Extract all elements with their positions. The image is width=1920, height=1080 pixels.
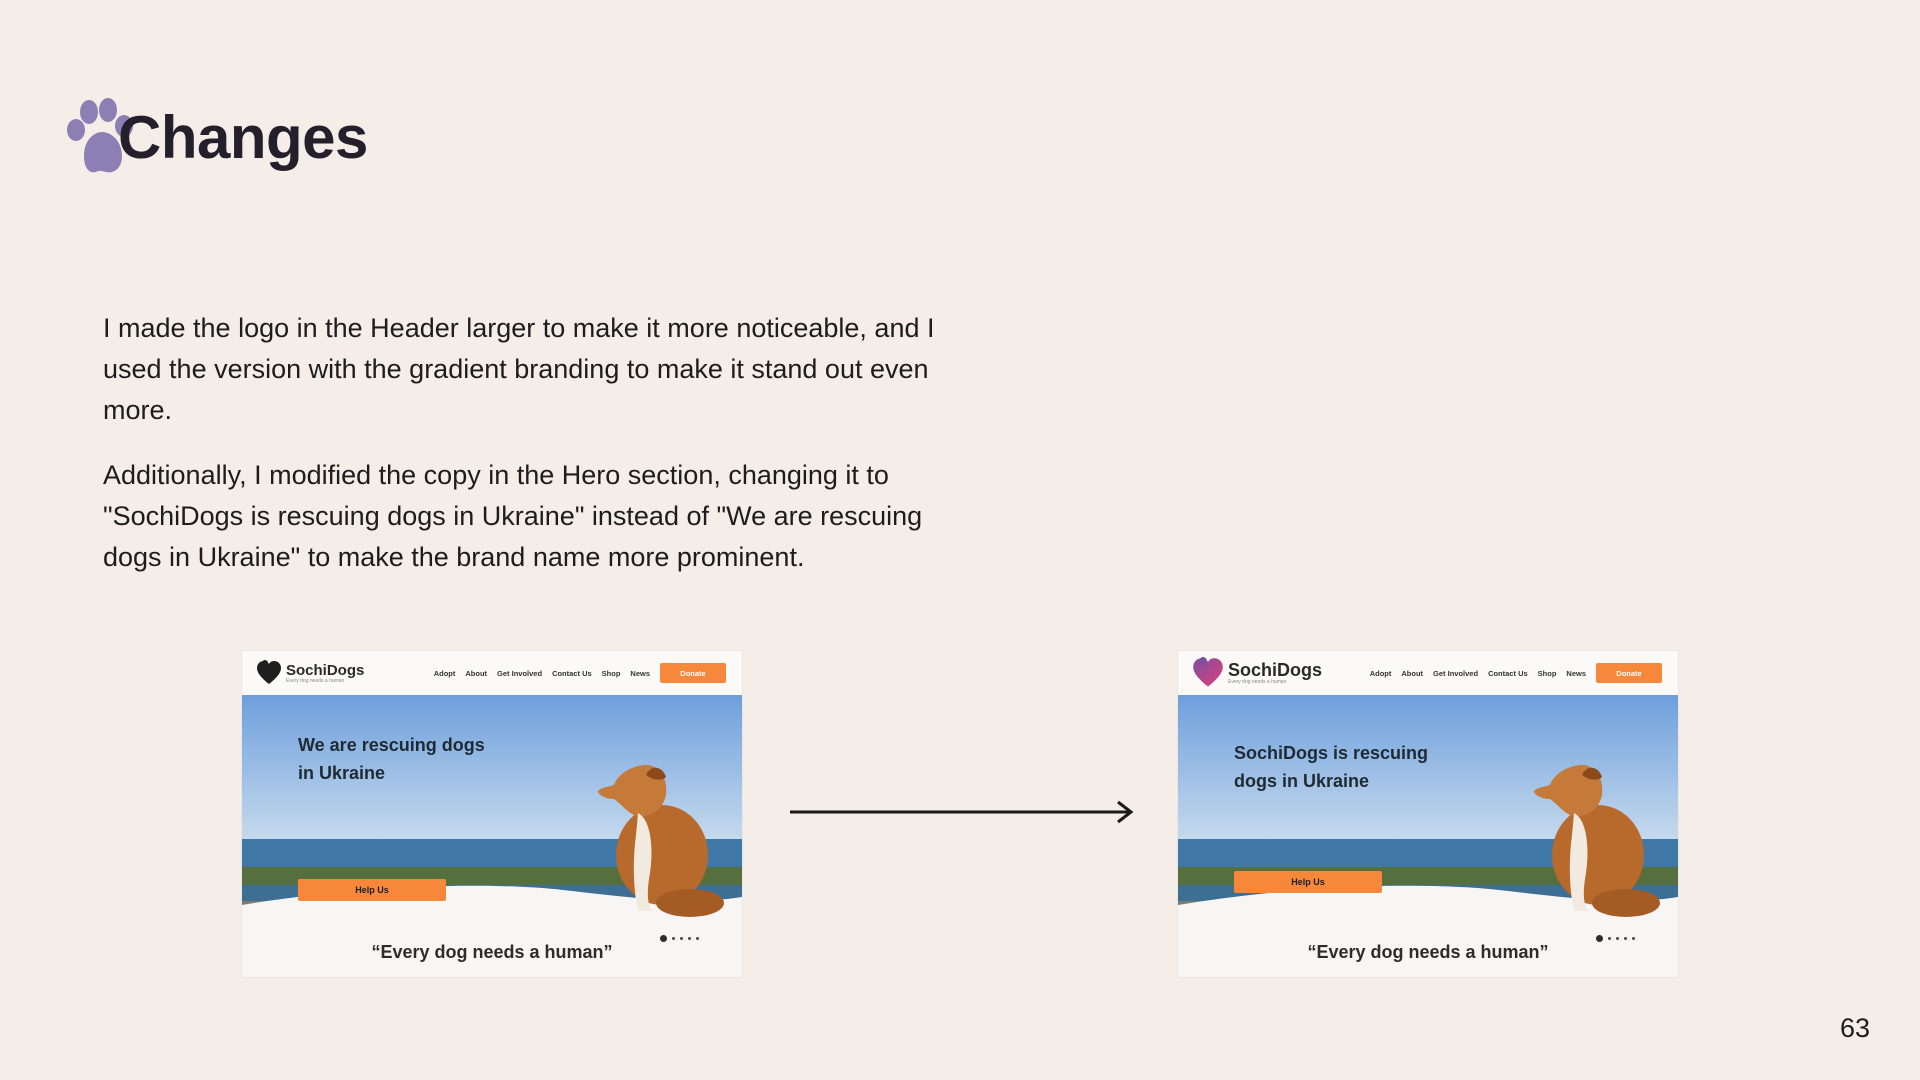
help-us-button: Help Us	[1234, 871, 1382, 893]
carousel-dot	[1596, 935, 1603, 942]
nav-shop: Shop	[1537, 668, 1557, 678]
help-us-button: Help Us	[298, 879, 446, 901]
paragraph-hero-change: Additionally, I modified the copy in the…	[103, 460, 923, 572]
heart-dog-logo-icon	[1193, 657, 1223, 687]
logo-name: SochiDogs	[286, 661, 365, 679]
logo-tagline: Every dog needs a human	[1228, 679, 1287, 685]
nav-get-involved: Get Involved	[497, 668, 543, 678]
logo: SochiDogs Every dog needs a human	[1192, 657, 1322, 689]
logo-name: SochiDogs	[1228, 660, 1323, 680]
carousel-dot	[680, 937, 683, 940]
nav-shop: Shop	[601, 668, 621, 678]
nav-about: About	[465, 668, 488, 678]
nav-adopt: Adopt	[433, 668, 456, 678]
nav-news: News	[1566, 668, 1586, 678]
slide-title-text: Changes	[118, 103, 368, 171]
slide-title: Changes	[66, 92, 368, 182]
nav-news: News	[630, 668, 650, 678]
carousel-dot	[1616, 937, 1619, 940]
nav: Adopt About Get Involved Contact Us Shop…	[424, 663, 726, 683]
carousel-dot	[688, 937, 691, 940]
arrow-right-icon	[790, 800, 1134, 824]
carousel-dot	[660, 935, 667, 942]
mock-header: SochiDogs Every dog needs a human Adopt …	[1178, 651, 1678, 695]
quote: “Every dog needs a human”	[371, 942, 613, 962]
mockup-before: SochiDogs Every dog needs a human Adopt …	[242, 651, 742, 977]
heart-dog-logo-icon	[257, 660, 281, 684]
hero: We are rescuing dogs in Ukraine Help Us	[242, 695, 742, 942]
body-text: I made the logo in the Header larger to …	[103, 308, 963, 602]
nav-get-involved: Get Involved	[1433, 668, 1479, 678]
paragraph-logo-change: I made the logo in the Header larger to …	[103, 313, 935, 425]
mock-header: SochiDogs Every dog needs a human Adopt …	[242, 651, 742, 695]
nav-adopt: Adopt	[1369, 668, 1392, 678]
carousel-dot	[696, 937, 699, 940]
hero-heading: We are rescuing dogs in Ukraine	[298, 735, 485, 783]
nav: Adopt About Get Involved Contact Us Shop…	[1360, 663, 1662, 683]
carousel-dot	[672, 937, 675, 940]
carousel-dot	[1608, 937, 1611, 940]
mockup-after: SochiDogs Every dog needs a human Adopt …	[1178, 651, 1678, 977]
hero: SochiDogs is rescuing dogs in Ukraine He…	[1178, 695, 1678, 942]
donate-button: Donate	[660, 663, 726, 683]
page-number: 63	[1839, 1013, 1870, 1043]
carousel-dot	[1632, 937, 1635, 940]
carousel-dots	[1596, 935, 1640, 942]
carousel-dots	[660, 935, 704, 942]
logo: SochiDogs Every dog needs a human	[256, 660, 364, 686]
logo-tagline: Every dog needs a human	[286, 677, 345, 684]
quote: “Every dog needs a human”	[1307, 942, 1549, 962]
hero-heading: SochiDogs is rescuing dogs in Ukraine	[1234, 743, 1429, 791]
nav-contact-us: Contact Us	[1488, 668, 1528, 678]
nav-about: About	[1401, 668, 1424, 678]
donate-button: Donate	[1596, 663, 1662, 683]
nav-contact-us: Contact Us	[552, 668, 592, 678]
carousel-dot	[1624, 937, 1627, 940]
